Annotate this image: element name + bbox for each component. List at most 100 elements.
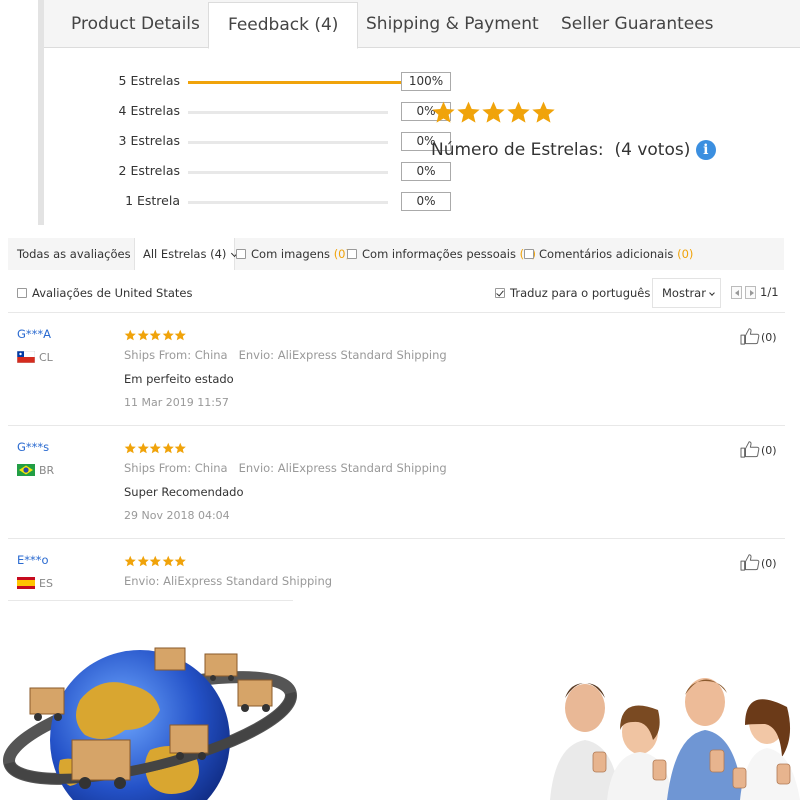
thumbs-up-icon: [740, 327, 760, 345]
rating-bar: [188, 201, 388, 204]
votes-summary: Número de Estrelas: (4 votos) i: [431, 140, 716, 160]
review-item: E***o ES Envio: AliExpress Standard Shippi…: [8, 539, 785, 651]
star-icon: [149, 329, 162, 342]
shipping-info: Ships From: China Envio: AliExpress Stan…: [124, 348, 447, 362]
shipping-info: Ships From: China Envio: AliExpress Stan…: [124, 461, 447, 475]
country-code: CL: [39, 351, 53, 364]
rating-label: 5 Estrelas: [118, 73, 180, 88]
ships-from: Ships From: China: [124, 348, 228, 362]
checkbox-checked-icon[interactable]: [495, 288, 505, 298]
tab-product-details[interactable]: Product Details: [71, 2, 200, 48]
additional-comments-filter[interactable]: Comentários adicionais (0): [524, 238, 693, 270]
feedback-panel: Product Details Feedback (4) Shipping & …: [38, 0, 800, 225]
rating-row[interactable]: 2 Estrelas 0%: [84, 161, 451, 183]
us-reviews-filter[interactable]: Avaliações de United States: [17, 284, 192, 302]
with-images-filter[interactable]: Com imagens (0): [236, 238, 350, 270]
rating-percent: 0%: [401, 192, 451, 211]
star-icon: [137, 329, 150, 342]
rating-row[interactable]: 4 Estrelas 0%: [84, 101, 451, 123]
shipping-method: Envio: AliExpress Standard Shipping: [238, 461, 447, 475]
star-filter-value: All Estrelas (4): [143, 247, 227, 261]
star-icon: [174, 442, 187, 455]
star-icon: [162, 329, 175, 342]
review-text: Em perfeito estado: [124, 372, 234, 386]
star-icon: [431, 100, 456, 125]
star-icon: [456, 100, 481, 125]
helpful-button[interactable]: (0): [740, 327, 777, 345]
star-icon: [162, 442, 175, 455]
star-icon: [149, 555, 162, 568]
star-icon: [506, 100, 531, 125]
rating-label: 3 Estrelas: [118, 133, 180, 148]
checkbox-icon[interactable]: [17, 288, 27, 298]
country-code: ES: [39, 577, 53, 590]
divider: [8, 600, 293, 601]
star-icon: [137, 442, 150, 455]
star-filter-select[interactable]: All Estrelas (4): [134, 238, 239, 270]
star-icon: [174, 329, 187, 342]
reviewer-name[interactable]: G***A: [17, 327, 51, 341]
additional-comments-label: Comentários adicionais: [539, 247, 674, 261]
rating-bar-fill: [188, 81, 428, 84]
chevron-right-icon: [750, 290, 754, 296]
shipping-info: Envio: AliExpress Standard Shipping: [124, 574, 332, 588]
helpful-count: (0): [761, 557, 777, 570]
flag-br-icon: [17, 464, 35, 476]
review-filter-bar: Todas as avaliações All Estrelas (4) Com…: [8, 238, 784, 270]
summary-stars: [431, 100, 556, 128]
review-item: G***A CL Ships From: China Envio: AliExpre…: [8, 313, 785, 425]
review-date: 11 Mar 2019 11:57: [124, 396, 229, 409]
star-icon: [149, 442, 162, 455]
prev-page-button[interactable]: [731, 286, 742, 299]
ships-from: Ships From: China: [124, 461, 228, 475]
rating-percent: 0%: [401, 162, 451, 181]
star-icon: [124, 555, 137, 568]
review-text: Super Recomendado: [124, 485, 244, 499]
star-icon: [174, 555, 187, 568]
all-reviews-label[interactable]: Todas as avaliações: [17, 238, 131, 270]
rating-row[interactable]: 1 Estrela 0%: [84, 191, 451, 213]
rating-bar: [188, 141, 388, 144]
helpful-button[interactable]: (0): [740, 553, 777, 571]
helpful-button[interactable]: (0): [740, 440, 777, 458]
thumbs-up-icon: [740, 440, 760, 458]
review-stars: [124, 439, 187, 458]
rating-row[interactable]: 5 Estrelas 100%: [84, 71, 451, 93]
rating-bar: [188, 81, 428, 84]
star-icon: [124, 329, 137, 342]
personal-info-filter[interactable]: Com informações pessoais (0): [347, 238, 536, 270]
shipping-method: Envio: AliExpress Standard Shipping: [238, 348, 447, 362]
chevron-left-icon: [735, 290, 739, 296]
star-icon: [137, 555, 150, 568]
info-icon[interactable]: i: [695, 140, 716, 160]
reviewer-name[interactable]: E***o: [17, 553, 49, 567]
rating-label: 4 Estrelas: [118, 103, 180, 118]
reviewer-name[interactable]: G***s: [17, 440, 49, 454]
next-page-button[interactable]: [745, 286, 756, 299]
chevron-down-icon: [709, 290, 715, 296]
review-stars: [124, 326, 187, 345]
rating-row[interactable]: 3 Estrelas 0%: [84, 131, 451, 153]
tab-seller-guarantees[interactable]: Seller Guarantees: [561, 2, 714, 48]
reviewer-country: CL: [17, 351, 53, 364]
translate-toggle[interactable]: Traduz para o português: [495, 284, 650, 302]
checkbox-icon[interactable]: [236, 249, 246, 259]
review-stars: [124, 552, 187, 571]
us-reviews-label: Avaliações de United States: [32, 286, 193, 300]
additional-comments-count: (0): [677, 247, 694, 261]
page-indicator: 1/1: [760, 285, 779, 299]
globe-delivery-illustration: [3, 647, 297, 800]
translate-label: Traduz para o português: [510, 286, 651, 300]
tab-shipping-payment[interactable]: Shipping & Payment: [366, 2, 539, 48]
flag-es-icon: [17, 577, 35, 589]
helpful-count: (0): [761, 331, 777, 344]
star-icon: [124, 442, 137, 455]
rating-bar: [188, 171, 388, 174]
happy-team-illustration: [550, 678, 800, 800]
checkbox-icon[interactable]: [524, 249, 534, 259]
thumbs-up-icon: [740, 553, 760, 571]
checkbox-icon[interactable]: [347, 249, 357, 259]
tab-feedback[interactable]: Feedback (4): [208, 2, 359, 49]
helpful-count: (0): [761, 444, 777, 457]
sort-dropdown[interactable]: Mostrar: [652, 278, 721, 308]
